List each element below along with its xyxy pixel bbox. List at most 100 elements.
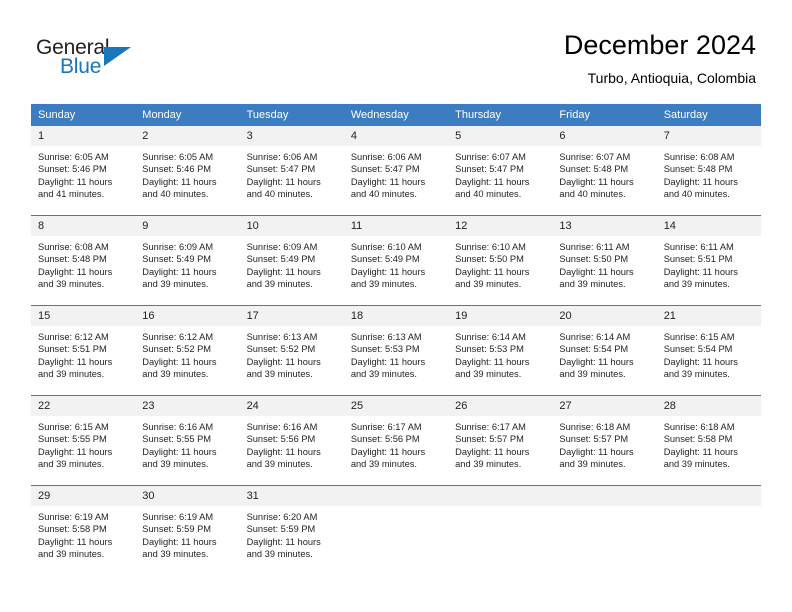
day-cell[interactable]: 10 Sunrise: 6:09 AM Sunset: 5:49 PM Dayl… bbox=[239, 215, 344, 306]
day-number bbox=[656, 486, 761, 506]
day-cell[interactable]: 14 Sunrise: 6:11 AM Sunset: 5:51 PM Dayl… bbox=[656, 215, 761, 306]
sunrise-text: Sunrise: 6:14 AM bbox=[455, 332, 526, 342]
daylight-text-line2: and 41 minutes. bbox=[38, 188, 105, 199]
daylight-text-line2: and 39 minutes. bbox=[663, 458, 730, 469]
day-cell[interactable]: 9 Sunrise: 6:09 AM Sunset: 5:49 PM Dayli… bbox=[135, 215, 240, 306]
sunset-text: Sunset: 5:49 PM bbox=[142, 254, 212, 265]
calendar-week-row: 29 Sunrise: 6:19 AM Sunset: 5:58 PM Dayl… bbox=[31, 485, 761, 575]
daylight-text-line2: and 39 minutes. bbox=[142, 548, 209, 559]
sunset-text: Sunset: 5:47 PM bbox=[455, 164, 524, 175]
sunset-text: Sunset: 5:48 PM bbox=[559, 164, 629, 175]
day-number: 5 bbox=[448, 126, 553, 146]
sunrise-text: Sunrise: 6:10 AM bbox=[455, 242, 526, 252]
daylight-text-line1: Daylight: 11 hours bbox=[38, 446, 113, 457]
day-details: Sunrise: 6:10 AM Sunset: 5:49 PM Dayligh… bbox=[344, 236, 448, 290]
sunrise-text: Sunrise: 6:08 AM bbox=[663, 152, 735, 162]
day-cell[interactable]: 7 Sunrise: 6:08 AM Sunset: 5:48 PM Dayli… bbox=[656, 126, 761, 216]
day-number: 16 bbox=[135, 306, 240, 326]
day-cell[interactable]: 5 Sunrise: 6:07 AM Sunset: 5:47 PM Dayli… bbox=[448, 126, 553, 216]
daylight-text-line1: Daylight: 11 hours bbox=[559, 446, 634, 457]
sunset-text: Sunset: 5:56 PM bbox=[350, 434, 420, 445]
day-details: Sunrise: 6:12 AM Sunset: 5:51 PM Dayligh… bbox=[31, 326, 135, 380]
calendar-body: 1 Sunrise: 6:05 AM Sunset: 5:46 PM Dayli… bbox=[31, 126, 761, 575]
calendar-week-row: 22 Sunrise: 6:15 AM Sunset: 5:55 PM Dayl… bbox=[31, 395, 761, 486]
day-cell[interactable]: 22 Sunrise: 6:15 AM Sunset: 5:55 PM Dayl… bbox=[31, 395, 136, 486]
daylight-text-line2: and 39 minutes. bbox=[663, 368, 730, 379]
day-cell[interactable]: 28 Sunrise: 6:18 AM Sunset: 5:58 PM Dayl… bbox=[656, 395, 761, 486]
day-cell[interactable]: 27 Sunrise: 6:18 AM Sunset: 5:57 PM Dayl… bbox=[552, 395, 657, 486]
day-cell[interactable]: 11 Sunrise: 6:10 AM Sunset: 5:49 PM Dayl… bbox=[343, 215, 449, 306]
day-cell[interactable]: 16 Sunrise: 6:12 AM Sunset: 5:52 PM Dayl… bbox=[135, 305, 240, 396]
day-cell[interactable]: 26 Sunrise: 6:17 AM Sunset: 5:57 PM Dayl… bbox=[448, 395, 553, 486]
day-cell[interactable]: 12 Sunrise: 6:10 AM Sunset: 5:50 PM Dayl… bbox=[448, 215, 553, 306]
sunset-text: Sunset: 5:53 PM bbox=[455, 344, 524, 355]
sunrise-sunset-calendar-table: Sunday Monday Tuesday Wednesday Thursday… bbox=[31, 104, 761, 575]
day-number: 3 bbox=[239, 126, 344, 146]
day-cell[interactable]: 2 Sunrise: 6:05 AM Sunset: 5:46 PM Dayli… bbox=[135, 126, 240, 216]
day-details: Sunrise: 6:08 AM Sunset: 5:48 PM Dayligh… bbox=[657, 146, 761, 200]
sunrise-text: Sunrise: 6:20 AM bbox=[246, 512, 318, 522]
day-cell[interactable]: 15 Sunrise: 6:12 AM Sunset: 5:51 PM Dayl… bbox=[31, 305, 136, 396]
sunrise-text: Sunrise: 6:18 AM bbox=[663, 422, 735, 432]
daylight-text-line2: and 39 minutes. bbox=[663, 278, 730, 289]
daylight-text-line1: Daylight: 11 hours bbox=[142, 266, 217, 277]
daylight-text-line1: Daylight: 11 hours bbox=[559, 176, 634, 187]
day-number: 18 bbox=[343, 306, 449, 326]
daylight-text-line2: and 39 minutes. bbox=[455, 368, 522, 379]
day-cell[interactable]: 24 Sunrise: 6:16 AM Sunset: 5:56 PM Dayl… bbox=[239, 395, 344, 486]
day-details: Sunrise: 6:16 AM Sunset: 5:55 PM Dayligh… bbox=[135, 416, 239, 470]
day-cell[interactable]: 23 Sunrise: 6:16 AM Sunset: 5:55 PM Dayl… bbox=[135, 395, 240, 486]
day-number: 31 bbox=[239, 486, 344, 506]
daylight-text-line2: and 39 minutes. bbox=[246, 548, 313, 559]
day-cell[interactable]: 19 Sunrise: 6:14 AM Sunset: 5:53 PM Dayl… bbox=[448, 305, 553, 396]
day-cell[interactable]: 17 Sunrise: 6:13 AM Sunset: 5:52 PM Dayl… bbox=[239, 305, 344, 396]
day-cell[interactable]: 8 Sunrise: 6:08 AM Sunset: 5:48 PM Dayli… bbox=[31, 215, 136, 306]
day-cell[interactable]: 20 Sunrise: 6:14 AM Sunset: 5:54 PM Dayl… bbox=[552, 305, 657, 396]
day-number: 23 bbox=[135, 396, 240, 416]
sunrise-text: Sunrise: 6:09 AM bbox=[246, 242, 318, 252]
sunrise-text: Sunrise: 6:07 AM bbox=[559, 152, 631, 162]
page-header: General Blue December 2024 Turbo, Antioq… bbox=[0, 0, 792, 100]
sunset-text: Sunset: 5:51 PM bbox=[38, 344, 107, 355]
day-cell-empty bbox=[656, 485, 761, 575]
day-cell[interactable]: 4 Sunrise: 6:06 AM Sunset: 5:47 PM Dayli… bbox=[343, 126, 449, 216]
day-number bbox=[448, 486, 553, 506]
calendar-page: General Blue December 2024 Turbo, Antioq… bbox=[0, 0, 792, 612]
daylight-text-line2: and 39 minutes. bbox=[350, 278, 417, 289]
daylight-text-line1: Daylight: 11 hours bbox=[455, 356, 530, 367]
title-block: December 2024 Turbo, Antioquia, Colombia bbox=[564, 28, 756, 88]
day-cell[interactable]: 18 Sunrise: 6:13 AM Sunset: 5:53 PM Dayl… bbox=[343, 305, 449, 396]
daylight-text-line2: and 39 minutes. bbox=[455, 278, 522, 289]
general-blue-logo[interactable]: General Blue bbox=[36, 36, 156, 82]
sunset-text: Sunset: 5:46 PM bbox=[38, 164, 107, 175]
daylight-text-line2: and 39 minutes. bbox=[455, 458, 522, 469]
day-number: 6 bbox=[552, 126, 657, 146]
day-cell[interactable]: 25 Sunrise: 6:17 AM Sunset: 5:56 PM Dayl… bbox=[343, 395, 449, 486]
day-cell[interactable]: 29 Sunrise: 6:19 AM Sunset: 5:58 PM Dayl… bbox=[31, 485, 136, 575]
day-cell[interactable]: 13 Sunrise: 6:11 AM Sunset: 5:50 PM Dayl… bbox=[552, 215, 657, 306]
weekday-header-monday: Monday bbox=[135, 104, 240, 126]
sunrise-text: Sunrise: 6:06 AM bbox=[246, 152, 318, 162]
daylight-text-line1: Daylight: 11 hours bbox=[350, 446, 426, 457]
day-cell[interactable]: 21 Sunrise: 6:15 AM Sunset: 5:54 PM Dayl… bbox=[656, 305, 761, 396]
daylight-text-line1: Daylight: 11 hours bbox=[246, 356, 321, 367]
sunrise-text: Sunrise: 6:05 AM bbox=[38, 152, 109, 162]
day-number: 28 bbox=[656, 396, 761, 416]
sunrise-text: Sunrise: 6:18 AM bbox=[559, 422, 631, 432]
daylight-text-line1: Daylight: 11 hours bbox=[246, 266, 321, 277]
day-cell[interactable]: 6 Sunrise: 6:07 AM Sunset: 5:48 PM Dayli… bbox=[552, 126, 657, 216]
sunset-text: Sunset: 5:47 PM bbox=[350, 164, 420, 175]
day-cell[interactable]: 30 Sunrise: 6:19 AM Sunset: 5:59 PM Dayl… bbox=[135, 485, 240, 575]
day-cell[interactable]: 1 Sunrise: 6:05 AM Sunset: 5:46 PM Dayli… bbox=[31, 126, 136, 216]
day-cell[interactable]: 3 Sunrise: 6:06 AM Sunset: 5:47 PM Dayli… bbox=[239, 126, 344, 216]
daylight-text-line1: Daylight: 11 hours bbox=[663, 266, 738, 277]
daylight-text-line2: and 39 minutes. bbox=[38, 548, 105, 559]
daylight-text-line1: Daylight: 11 hours bbox=[38, 536, 113, 547]
day-details: Sunrise: 6:15 AM Sunset: 5:55 PM Dayligh… bbox=[31, 416, 135, 470]
sunrise-text: Sunrise: 6:05 AM bbox=[142, 152, 214, 162]
sunrise-text: Sunrise: 6:10 AM bbox=[350, 242, 422, 252]
sunrise-text: Sunrise: 6:07 AM bbox=[455, 152, 526, 162]
sunrise-text: Sunrise: 6:17 AM bbox=[455, 422, 526, 432]
day-cell[interactable]: 31 Sunrise: 6:20 AM Sunset: 5:59 PM Dayl… bbox=[239, 485, 344, 575]
day-number: 10 bbox=[239, 216, 344, 236]
